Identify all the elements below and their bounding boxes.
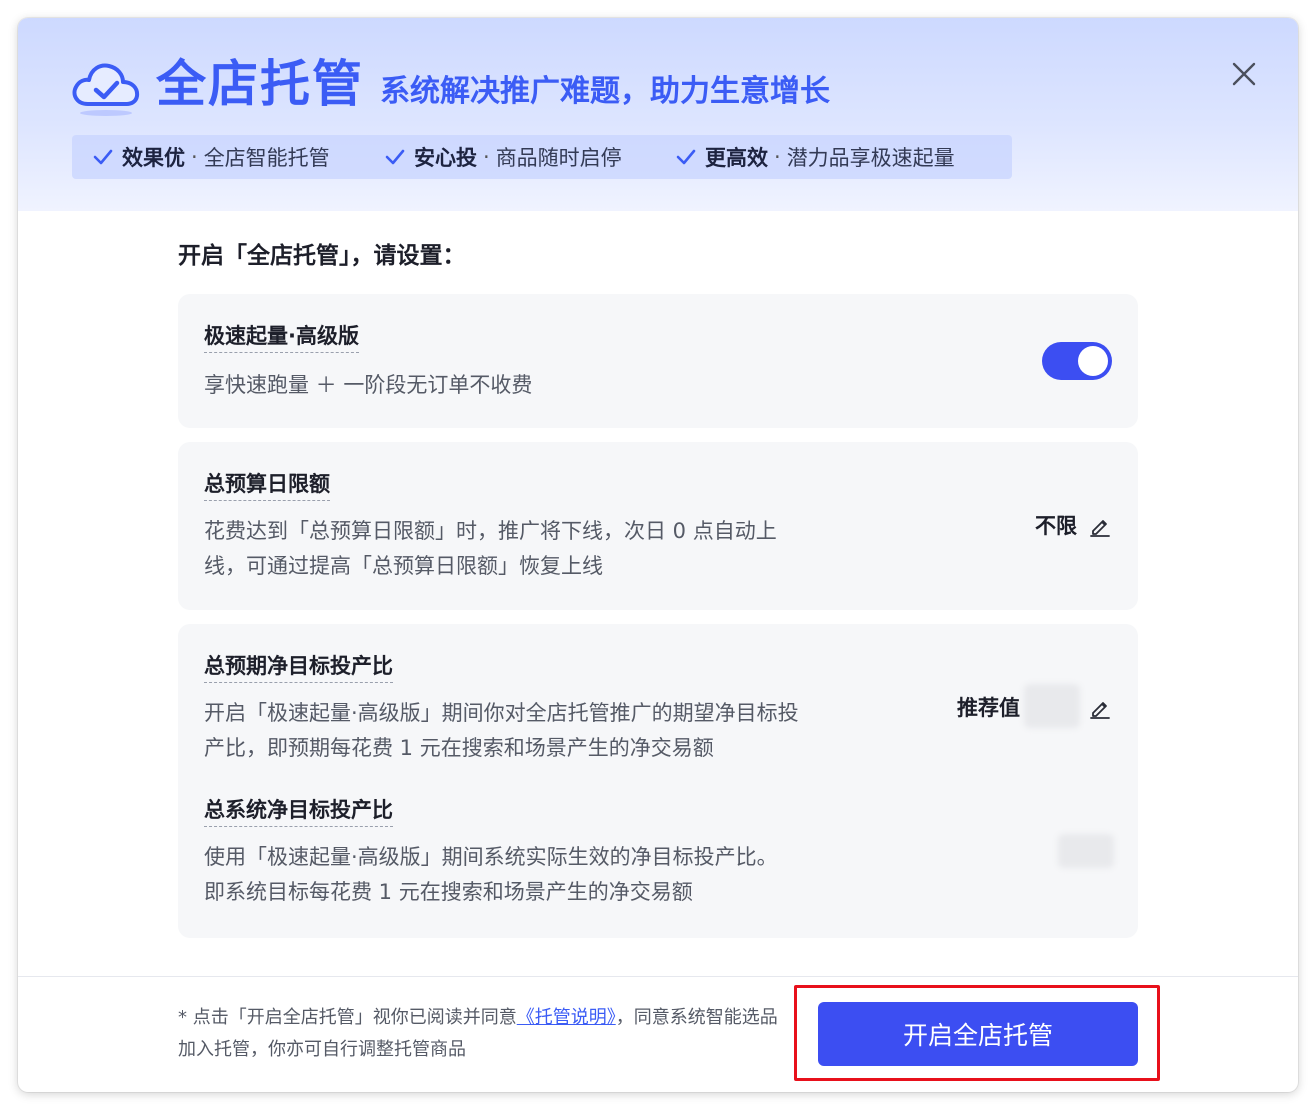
feature-text: 潜力品享极速起量: [786, 146, 955, 170]
footer-divider: [18, 976, 1298, 977]
dialog-header: 全店托管 系统解决推广难题，助力生意增长 效果优 · 全店智能托管 安心投 · …: [18, 18, 1298, 211]
feature-separator: ·: [774, 145, 781, 169]
card-speed-boost: 极速起量·高级版 享快速跑量 ＋ 一阶段无订单不收费: [178, 294, 1138, 428]
feature-separator: ·: [483, 145, 490, 169]
recommended-value-label: 推荐值: [957, 696, 1020, 720]
edit-icon[interactable]: [1088, 514, 1112, 538]
feature-bold: 效果优: [122, 146, 185, 170]
feature-item-effect: 效果优 · 全店智能托管: [92, 135, 330, 179]
edit-icon[interactable]: [1088, 696, 1112, 720]
budget-value: 不限: [1035, 514, 1077, 538]
feature-text: 全店智能托管: [203, 146, 330, 170]
card-description: 开启「极速起量·高级版」期间你对全店托管推广的期望净目标投产比，即预期每花费 1…: [204, 701, 799, 760]
brand-title: 全店托管: [156, 55, 364, 113]
card-title: 总预算日限额: [204, 470, 330, 501]
managed-store-dialog: 全店托管 系统解决推广难题，助力生意增长 效果优 · 全店智能托管 安心投 · …: [18, 18, 1298, 1092]
feature-bold: 安心投: [414, 146, 477, 170]
card-daily-budget: 总预算日限额 花费达到「总预算日限额」时，推广将下线，次日 0 点自动上线，可通…: [178, 442, 1138, 610]
system-value-hidden: [1058, 834, 1114, 868]
card-title: 极速起量·高级版: [204, 322, 359, 353]
close-icon[interactable]: [1230, 60, 1258, 88]
agreement-link[interactable]: 《托管说明》: [517, 1007, 616, 1028]
card-subtitle: 总系统净目标投产比: [204, 796, 393, 827]
card-description: 享快速跑量 ＋ 一阶段无订单不收费: [204, 373, 533, 397]
toggle-knob: [1078, 346, 1108, 376]
feature-separator: ·: [191, 145, 198, 169]
check-icon: [385, 149, 405, 165]
section-title: 开启「全店托管」，请设置：: [178, 243, 466, 269]
recommended-value-hidden: [1024, 684, 1080, 728]
feature-bold: 更高效: [705, 146, 768, 170]
speed-boost-toggle[interactable]: [1042, 342, 1112, 380]
note-prefix: * 点击「开启全店托管」视你已阅读并同意: [178, 1007, 517, 1028]
feature-strip: 效果优 · 全店智能托管 安心投 · 商品随时启停 更高效 · 潜力品享极速起量: [72, 135, 1012, 179]
check-icon: [676, 149, 696, 165]
feature-item-efficient: 更高效 · 潜力品享极速起量: [675, 135, 955, 179]
check-icon: [93, 149, 113, 165]
brand-subtitle: 系统解决推广难题，助力生意增长: [380, 74, 830, 109]
card-description: 使用「极速起量·高级版」期间系统实际生效的净目标投产比。即系统目标每花费 1 元…: [204, 845, 778, 904]
enable-managed-store-button[interactable]: 开启全店托管: [818, 1002, 1138, 1066]
footer-note: * 点击「开启全店托管」视你已阅读并同意《托管说明》，同意系统智能选品加入托管，…: [178, 1002, 778, 1066]
card-title: 总预期净目标投产比: [204, 652, 393, 683]
card-description: 花费达到「总预算日限额」时，推广将下线，次日 0 点自动上线，可通过提高「总预算…: [204, 519, 777, 578]
feature-text: 商品随时启停: [495, 146, 622, 170]
feature-item-safe: 安心投 · 商品随时启停: [384, 135, 622, 179]
cloud-check-icon: [72, 63, 140, 116]
card-roi: 总预期净目标投产比 开启「极速起量·高级版」期间你对全店托管推广的期望净目标投产…: [178, 624, 1138, 938]
